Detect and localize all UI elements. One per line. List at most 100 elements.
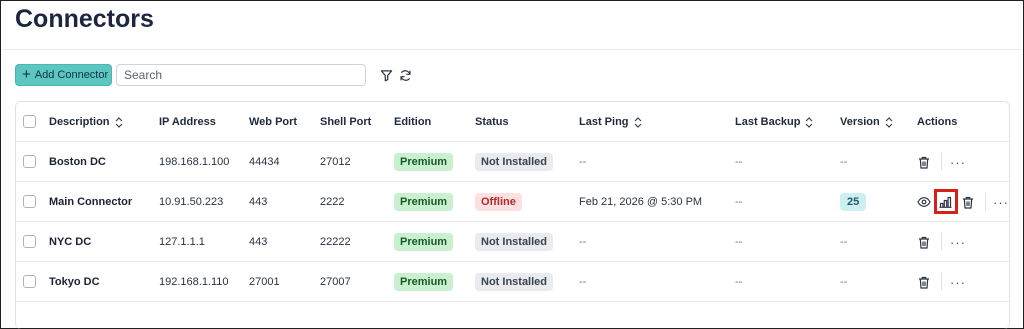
header-web-port: Web Port xyxy=(249,116,298,128)
cell-edition: Premium xyxy=(394,262,454,302)
cell-shell-port: 27007 xyxy=(320,276,351,288)
table-row: NYC DC 127.1.1.1 443 22222 Premium Not I… xyxy=(16,222,1009,262)
status-badge: Not Installed xyxy=(475,153,554,171)
edition-badge: Premium xyxy=(394,233,454,251)
cell-ip: 10.91.50.223 xyxy=(159,196,224,208)
cell-last-backup: -- xyxy=(735,236,743,248)
page-title: Connectors xyxy=(15,5,154,33)
cell-version: -- xyxy=(840,236,848,248)
table-row: Tokyo DC 192.168.1.110 27001 27007 Premi… xyxy=(16,262,1009,302)
header-last-backup[interactable]: Last Backup xyxy=(735,102,813,142)
cell-last-ping: -- xyxy=(579,236,587,248)
delete-button[interactable] xyxy=(918,222,930,262)
cell-edition: Premium xyxy=(394,142,454,182)
cell-ip: 198.168.1.100 xyxy=(159,156,230,168)
header-shell-port: Shell Port xyxy=(320,116,372,128)
cell-web-port: 443 xyxy=(249,196,268,208)
sort-icon xyxy=(805,116,813,128)
select-all-checkbox[interactable] xyxy=(23,115,36,128)
sort-icon xyxy=(634,116,642,128)
plus-icon: + xyxy=(22,66,31,83)
header-last-backup-label: Last Backup xyxy=(735,116,801,128)
cell-last-ping: -- xyxy=(579,276,587,288)
trash-icon xyxy=(919,156,929,169)
action-divider xyxy=(941,153,942,171)
trash-icon xyxy=(919,276,929,289)
refresh-icon[interactable] xyxy=(397,67,413,83)
cell-web-port: 44434 xyxy=(249,156,280,168)
table-row: Boston DC 198.168.1.100 44434 27012 Prem… xyxy=(16,142,1009,182)
cell-ip: 192.168.1.110 xyxy=(159,276,229,288)
table-header: Description IP Address Web Port Shell Po… xyxy=(16,102,1009,142)
cell-last-backup: -- xyxy=(735,196,743,208)
cell-edition: Premium xyxy=(394,182,454,222)
version-badge: 25 xyxy=(840,193,867,211)
cell-status: Not Installed xyxy=(475,222,554,262)
cell-description[interactable]: Tokyo DC xyxy=(49,262,100,302)
trash-icon xyxy=(963,196,973,209)
sort-icon xyxy=(885,116,893,128)
highlight-box xyxy=(934,189,958,214)
row-checkbox[interactable] xyxy=(23,155,36,168)
delete-button[interactable] xyxy=(918,262,930,302)
header-last-ping-label: Last Ping xyxy=(579,116,629,128)
action-divider xyxy=(985,193,986,211)
status-badge: Not Installed xyxy=(475,233,554,251)
cell-version: -- xyxy=(840,156,848,168)
header-version[interactable]: Version xyxy=(840,102,893,142)
cell-version: -- xyxy=(840,276,848,288)
row-checkbox[interactable] xyxy=(23,195,36,208)
connectors-table: Description IP Address Web Port Shell Po… xyxy=(15,101,1010,329)
cell-last-ping: -- xyxy=(579,156,587,168)
row-checkbox[interactable] xyxy=(23,235,36,248)
header-version-label: Version xyxy=(840,116,880,128)
cell-shell-port: 27012 xyxy=(320,156,351,168)
view-button[interactable] xyxy=(917,182,931,222)
row-checkbox[interactable] xyxy=(23,275,36,288)
cell-ip: 127.1.1.1 xyxy=(159,236,205,248)
sort-icon xyxy=(115,116,123,128)
header-description-label: Description xyxy=(49,116,110,128)
cell-status: Not Installed xyxy=(475,262,554,302)
action-divider xyxy=(941,233,942,251)
more-actions-button[interactable]: ··· xyxy=(950,142,966,182)
more-actions-button[interactable]: ··· xyxy=(993,182,1009,222)
header-status: Status xyxy=(475,116,509,128)
header-actions: Actions xyxy=(917,116,958,128)
cell-web-port: 27001 xyxy=(249,276,280,288)
add-connector-button[interactable]: + Add Connector xyxy=(15,64,112,86)
search-input[interactable] xyxy=(116,64,366,86)
cell-shell-port: 2222 xyxy=(320,196,345,208)
cell-edition: Premium xyxy=(394,222,454,262)
delete-button[interactable] xyxy=(918,142,930,182)
filter-icon[interactable] xyxy=(378,67,394,83)
header-ip: IP Address xyxy=(159,116,216,128)
more-actions-button[interactable]: ··· xyxy=(950,262,966,302)
status-badge: Not Installed xyxy=(475,273,554,291)
table-row: Main Connector 10.91.50.223 443 2222 Pre… xyxy=(16,182,1009,222)
cell-status: Not Installed xyxy=(475,142,554,182)
cell-web-port: 443 xyxy=(249,236,268,248)
edition-badge: Premium xyxy=(394,193,454,211)
cell-description[interactable]: Boston DC xyxy=(49,142,106,182)
edition-badge: Premium xyxy=(394,153,454,171)
cell-status: Offline xyxy=(475,182,522,222)
eye-icon xyxy=(917,197,931,207)
add-connector-label: Add Connector xyxy=(34,69,109,81)
delete-button[interactable] xyxy=(962,182,974,222)
header-last-ping[interactable]: Last Ping xyxy=(579,102,642,142)
title-divider xyxy=(2,49,1022,50)
header-description[interactable]: Description xyxy=(49,102,123,142)
more-actions-button[interactable]: ··· xyxy=(950,222,966,262)
cell-description[interactable]: NYC DC xyxy=(49,222,91,262)
edition-badge: Premium xyxy=(394,273,454,291)
cell-description[interactable]: Main Connector xyxy=(49,182,132,222)
cell-last-backup: -- xyxy=(735,276,743,288)
cell-last-ping: Feb 21, 2026 @ 5:30 PM xyxy=(579,196,703,208)
header-edition: Edition xyxy=(394,116,432,128)
trash-icon xyxy=(919,236,929,249)
page-frame: Connectors + Add Connector Description I… xyxy=(0,0,1024,329)
status-badge: Offline xyxy=(475,193,522,211)
action-divider xyxy=(941,273,942,291)
cell-version: 25 xyxy=(840,182,867,222)
